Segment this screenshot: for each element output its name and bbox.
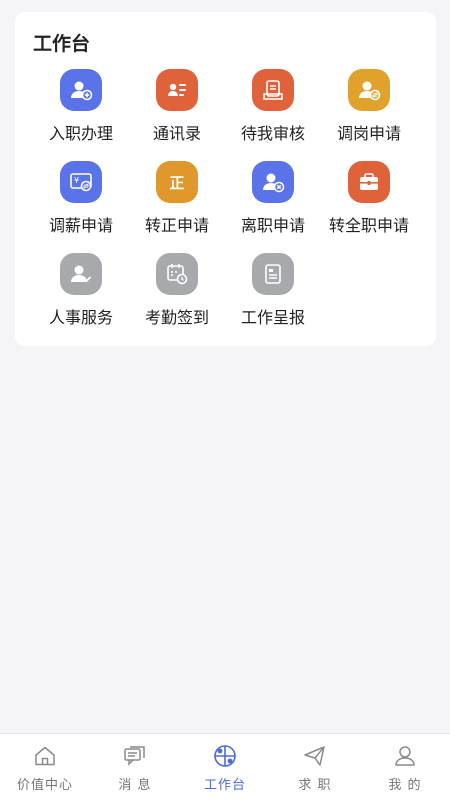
item-attendance[interactable]: 考勤签到: [129, 253, 225, 345]
tab-workbench[interactable]: 工作台: [180, 734, 270, 800]
workbench-card: 工作台 入职办理 通讯录 待我审核 调岗申请 ¥ 调薪申请 正 转正申请 离职申…: [15, 12, 436, 346]
tab-label: 消 息: [118, 778, 152, 793]
svg-text:¥: ¥: [74, 176, 79, 185]
bottom-tab-bar: 价值中心 消 息 工作台 求 职 我 的: [0, 733, 450, 800]
item-label: 调薪申请: [48, 216, 113, 235]
home-icon: [35, 746, 55, 766]
app-grid: 入职办理 通讯录 待我审核 调岗申请 ¥ 调薪申请 正 转正申请 离职申请 转全…: [33, 69, 418, 345]
tab-label: 我 的: [388, 778, 422, 793]
item-work-report[interactable]: 工作呈报: [225, 253, 321, 345]
tab-label: 工作台: [203, 778, 246, 793]
item-label: 通讯录: [152, 124, 201, 143]
briefcase-icon: [348, 161, 390, 203]
item-onboarding[interactable]: 入职办理: [33, 69, 129, 161]
item-hr-service[interactable]: 人事服务: [33, 253, 129, 345]
salary-adjust-icon: ¥: [60, 161, 102, 203]
document-stamp-icon: [252, 69, 294, 111]
user-add-icon: [60, 69, 102, 111]
contact-card-icon: [156, 69, 198, 111]
user-check-icon: [60, 253, 102, 295]
report-document-icon: [252, 253, 294, 295]
item-label: 转全职申请: [328, 216, 409, 235]
item-regularization[interactable]: 正 转正申请: [129, 161, 225, 253]
item-label: 离职申请: [240, 216, 305, 235]
calendar-clock-icon: [156, 253, 198, 295]
item-contacts[interactable]: 通讯录: [129, 69, 225, 161]
item-salary-adjust[interactable]: ¥ 调薪申请: [33, 161, 129, 253]
item-resignation[interactable]: 离职申请: [225, 161, 321, 253]
item-pending-review[interactable]: 待我审核: [225, 69, 321, 161]
regular-badge-icon: 正: [156, 161, 198, 203]
user-transfer-icon: [348, 69, 390, 111]
tab-value-center[interactable]: 价值中心: [0, 734, 90, 800]
item-transfer[interactable]: 调岗申请: [321, 69, 417, 161]
paper-plane-icon: [304, 746, 325, 766]
item-label: 工作呈报: [240, 308, 305, 327]
tab-label: 求 职: [298, 778, 332, 793]
message-icon: [124, 746, 145, 766]
item-label: 待我审核: [240, 124, 305, 143]
tab-job-search[interactable]: 求 职: [270, 734, 360, 800]
tab-profile[interactable]: 我 的: [360, 734, 450, 800]
item-full-time[interactable]: 转全职申请: [321, 161, 417, 253]
workbench-icon: [214, 745, 236, 767]
workbench-page: 工作台 入职办理 通讯录 待我审核 调岗申请 ¥ 调薪申请 正 转正申请 离职申…: [0, 0, 450, 800]
svg-text:正: 正: [169, 174, 184, 192]
tab-label: 价值中心: [16, 778, 73, 793]
item-label: 入职办理: [48, 124, 113, 143]
user-remove-icon: [252, 161, 294, 203]
tab-messages[interactable]: 消 息: [90, 734, 180, 800]
item-label: 转正申请: [144, 216, 209, 235]
item-label: 考勤签到: [144, 308, 209, 327]
card-title: 工作台: [33, 33, 91, 55]
item-label: 调岗申请: [336, 124, 401, 143]
profile-icon: [395, 746, 415, 766]
item-label: 人事服务: [48, 308, 113, 327]
